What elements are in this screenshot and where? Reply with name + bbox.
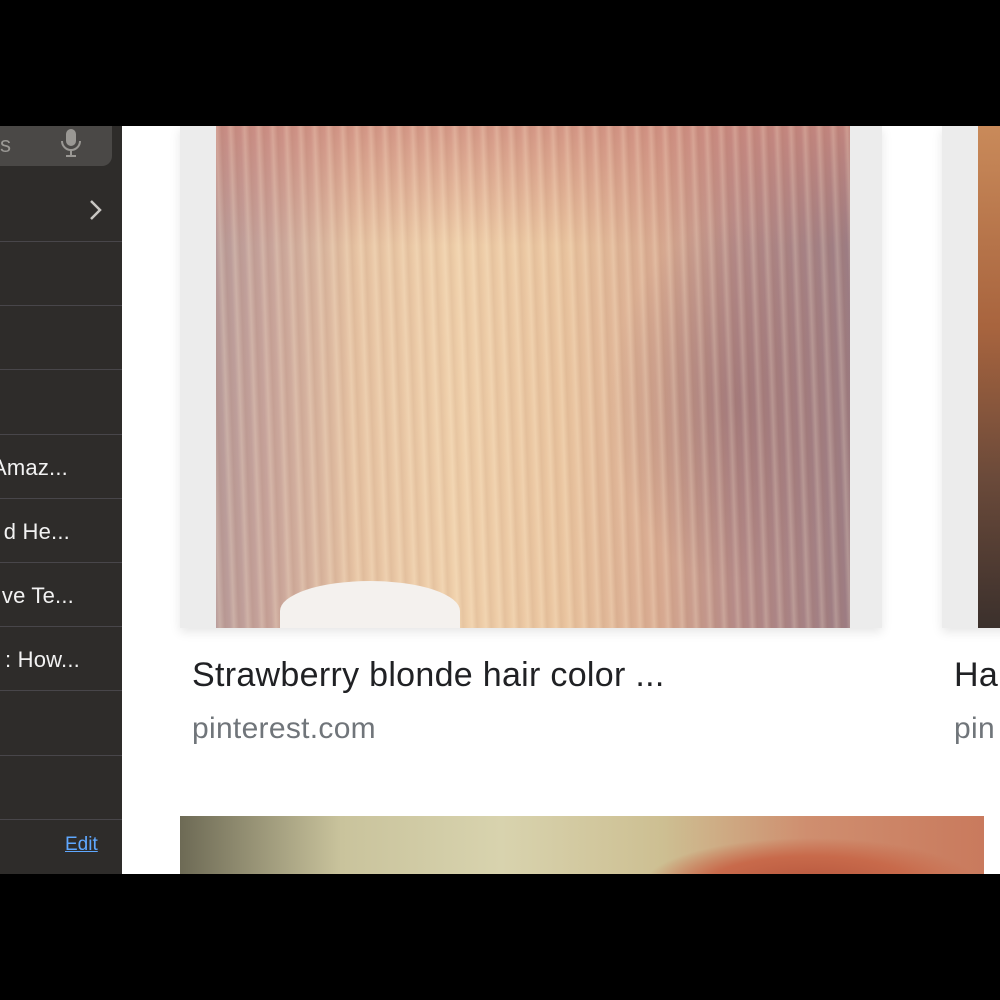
result-image-card[interactable]	[180, 126, 882, 628]
hair-photo	[978, 126, 1000, 628]
chevron-right-icon	[90, 200, 102, 220]
result-title[interactable]: Ha	[954, 656, 998, 695]
sidebar-row-label: : How...	[5, 647, 80, 672]
search-text: s	[0, 132, 11, 157]
letterbox-top	[0, 0, 1000, 126]
result-title[interactable]: Strawberry blonde hair color ...	[192, 656, 665, 695]
sidebar-row-label: ve Te...	[1, 583, 74, 608]
result-source: pin	[954, 712, 995, 745]
sidebar-row-2[interactable]	[0, 242, 122, 306]
sidebar-row-1[interactable]	[0, 178, 122, 242]
mic-icon[interactable]	[60, 128, 82, 158]
letterbox-bottom	[0, 874, 1000, 1000]
sidebar: s Amaz... d He...	[0, 126, 122, 874]
result-source: pinterest.com	[192, 712, 376, 745]
screen: s Amaz... d He...	[0, 126, 1000, 874]
sidebar-row-7[interactable]: ve Te...	[0, 563, 122, 627]
sidebar-row-8[interactable]: : How...	[0, 627, 122, 691]
sidebar-row-3[interactable]	[0, 306, 122, 370]
sidebar-row-label: d He...	[3, 519, 70, 544]
hair-photo	[580, 816, 984, 874]
sidebar-row-4[interactable]	[0, 371, 122, 435]
result-image-card[interactable]	[942, 126, 1000, 628]
sidebar-row-6[interactable]: d He...	[0, 499, 122, 563]
sidebar-row-label: Amaz...	[0, 455, 68, 480]
sidebar-row-10[interactable]	[0, 756, 122, 820]
result-image-card[interactable]	[180, 816, 984, 874]
hair-photo-strands	[216, 126, 850, 628]
search-field[interactable]: s	[0, 126, 112, 166]
edit-link[interactable]: Edit	[65, 834, 98, 856]
sidebar-row-5[interactable]: Amaz...	[0, 435, 122, 499]
sidebar-row-9[interactable]	[0, 692, 122, 756]
